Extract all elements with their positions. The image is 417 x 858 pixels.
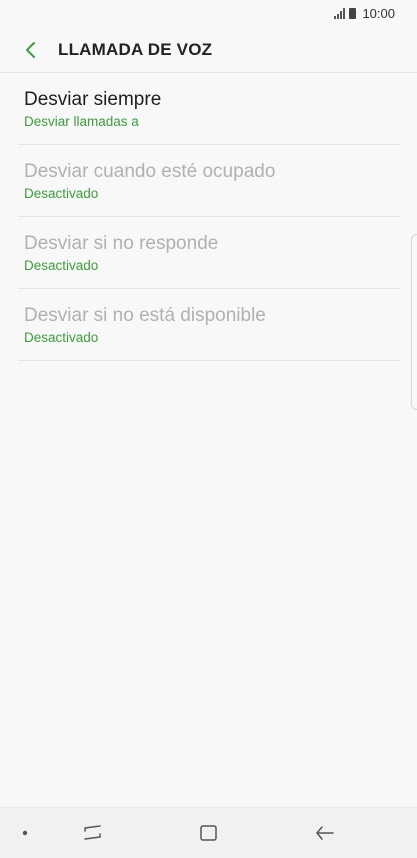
list-item-forward-unreachable[interactable]: Desviar si no está disponible Desactivad… — [18, 289, 399, 361]
item-subtitle: Desviar llamadas a — [24, 114, 139, 129]
screen: 10:00 LLAMADA DE VOZ Desviar siempre Des… — [0, 0, 417, 858]
item-title: Desviar si no está disponible — [24, 305, 266, 326]
settings-list: Desviar siempre Desviar llamadas a Desvi… — [18, 73, 399, 361]
dot-icon — [22, 830, 28, 836]
home-icon — [200, 825, 217, 841]
item-title: Desviar cuando esté ocupado — [24, 161, 276, 182]
battery-icon — [349, 7, 357, 19]
edge-panel-handle[interactable] — [411, 234, 417, 410]
status-bar: 10:00 — [0, 0, 417, 26]
list-item-always-forward[interactable]: Desviar siempre Desviar llamadas a — [18, 73, 399, 145]
item-title: Desviar si no responde — [24, 233, 219, 254]
chevron-left-icon — [26, 42, 35, 58]
back-arrow-icon — [316, 826, 334, 840]
list-item-forward-when-busy[interactable]: Desviar cuando esté ocupado Desactivado — [18, 145, 399, 217]
header: LLAMADA DE VOZ — [0, 28, 417, 73]
item-subtitle: Desactivado — [24, 330, 99, 345]
back-nav-button[interactable] — [300, 808, 350, 858]
item-title: Desviar siempre — [24, 89, 162, 110]
home-button[interactable] — [184, 808, 234, 858]
dot-button[interactable] — [2, 808, 48, 858]
back-button[interactable] — [16, 35, 46, 65]
clock: 10:00 — [362, 5, 395, 21]
page-title: LLAMADA DE VOZ — [58, 40, 213, 59]
recent-apps-icon — [84, 825, 101, 840]
item-subtitle: Desactivado — [24, 258, 99, 273]
recent-apps-button[interactable] — [68, 808, 118, 858]
navigation-bar — [0, 807, 417, 858]
list-item-forward-no-answer[interactable]: Desviar si no responde Desactivado — [18, 217, 399, 289]
signal-icon — [334, 7, 346, 19]
item-subtitle: Desactivado — [24, 186, 99, 201]
